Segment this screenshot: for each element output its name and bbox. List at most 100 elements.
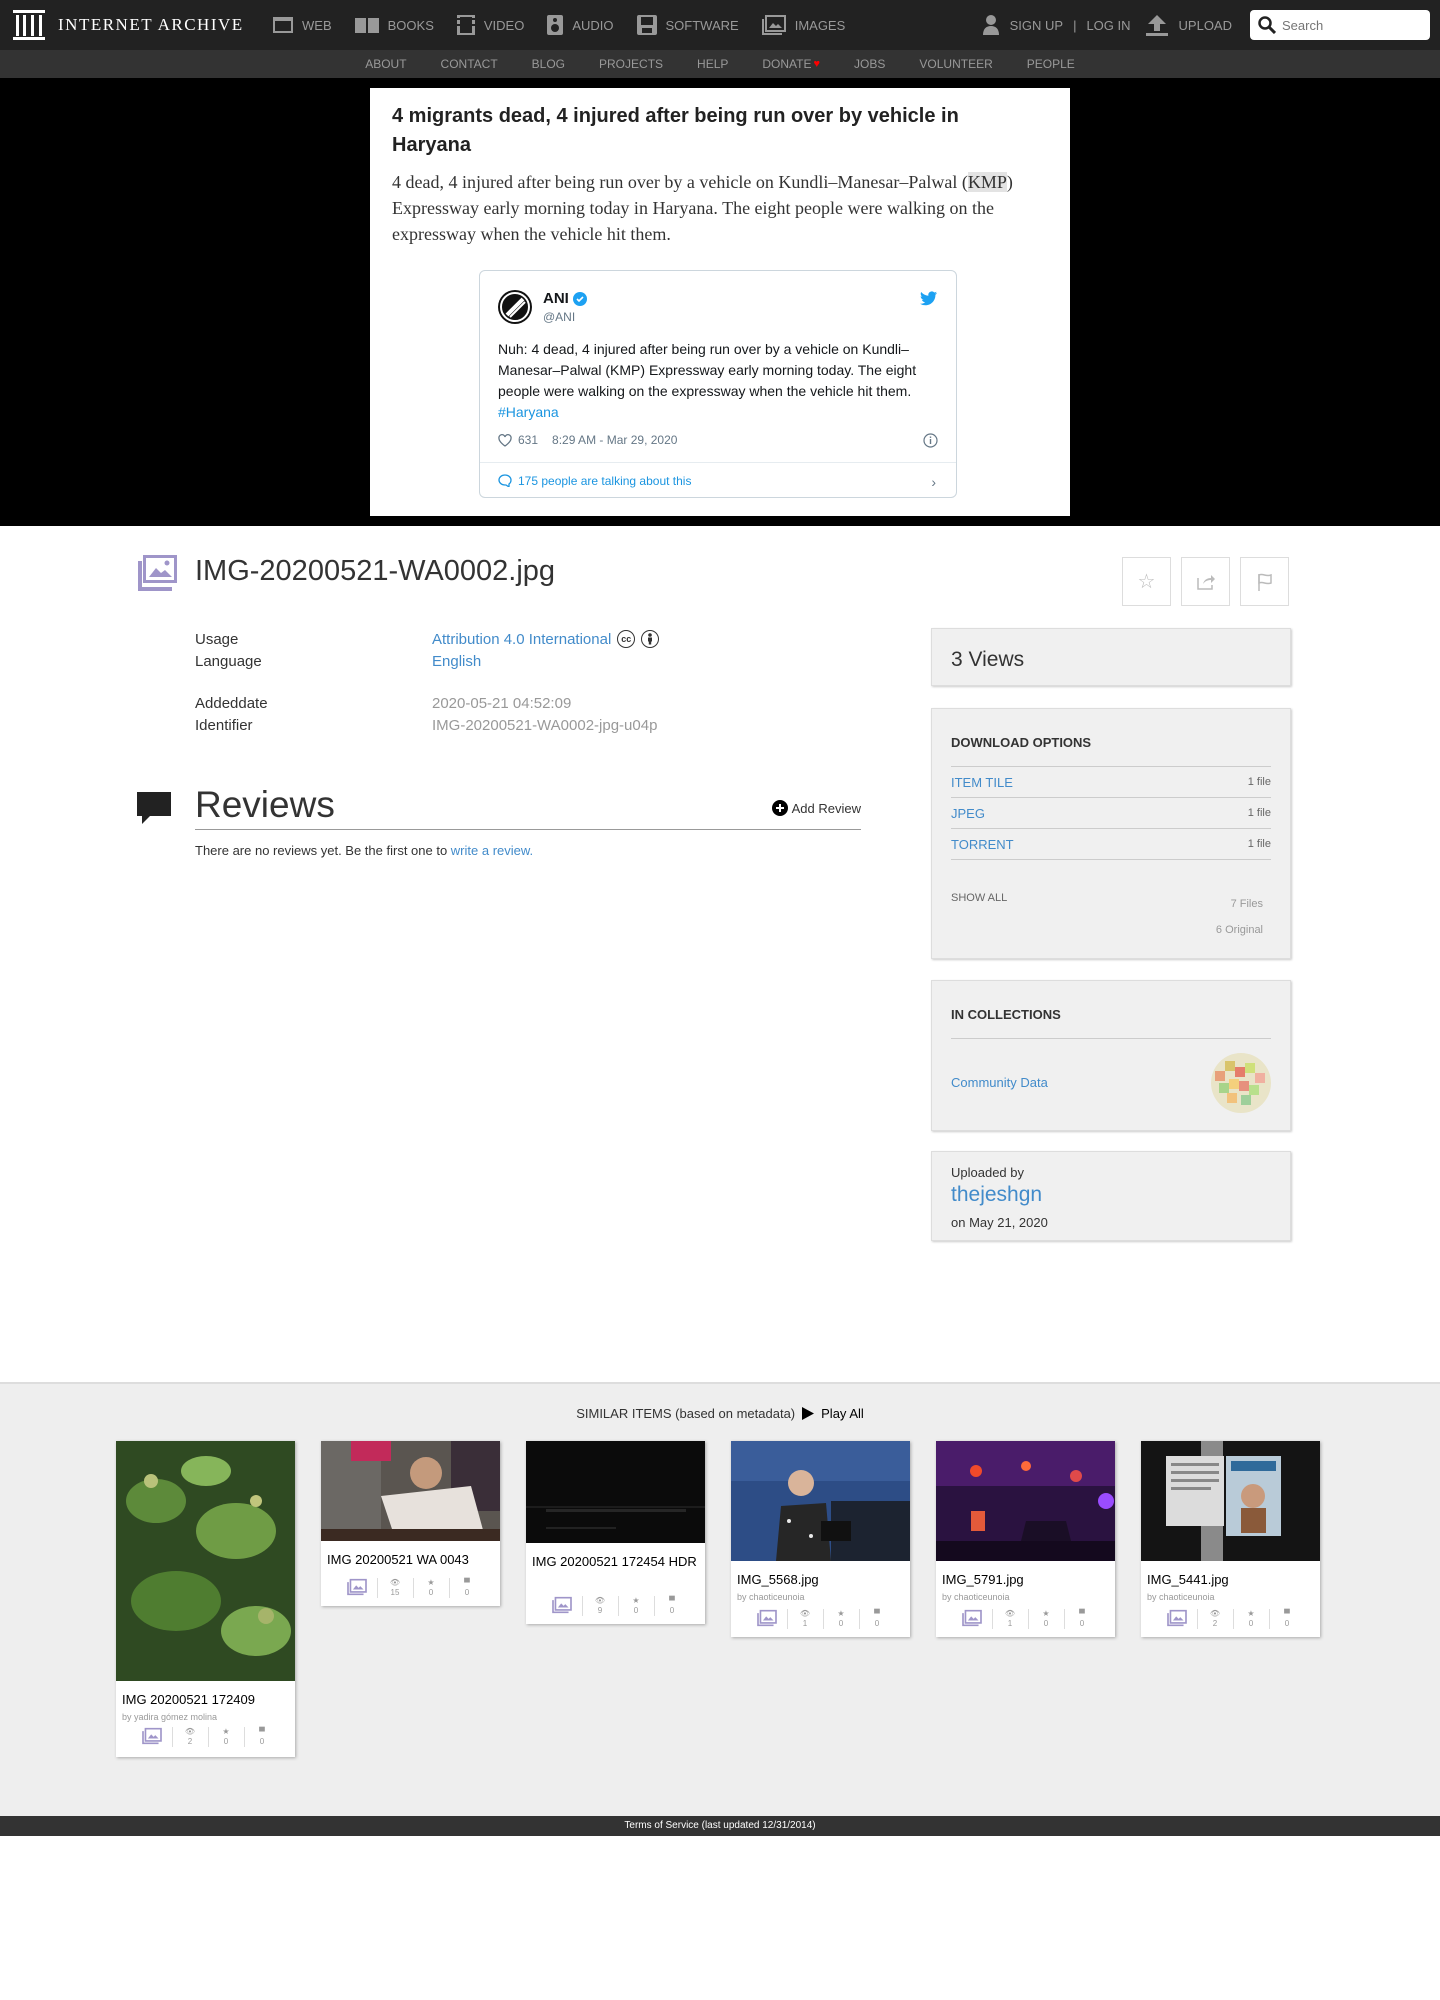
nav-images[interactable]: IMAGES [761,14,845,36]
comment-icon: ▀ [669,1596,675,1605]
card-stats: 👁 2 ★ 0 ▀ 0 [116,1725,295,1749]
share-button[interactable] [1181,557,1230,606]
card-stats: 👁 2 ★ 0 ▀ 0 [1141,1607,1320,1631]
user-bar: SIGN UP | LOG IN UPLOAD [982,9,1430,41]
star-icon: ★ [427,1578,435,1587]
article-headline: 4 migrants dead, 4 injured after being r… [392,105,959,156]
search-input[interactable] [1282,17,1422,33]
no-reviews-text: There are no reviews yet. Be the first o… [195,843,533,858]
comment-icon: ▀ [874,1609,880,1618]
item-image[interactable]: 4 migrants dead, 4 injured after being r… [370,88,1070,516]
card-reviews: ▀ 0 [1063,1609,1100,1629]
write-review-link[interactable]: write a review. [451,843,533,858]
card-favs-count: 0 [223,1737,229,1746]
similar-item-card[interactable]: IMG_5568.jpg by chaoticeunoia 👁 1 ★ 0 ▀ 0 [731,1441,910,1637]
add-review-button[interactable]: Add Review [771,800,861,816]
search-icon[interactable] [1258,16,1276,34]
subnav-jobs[interactable]: JOBS [854,57,885,71]
info-icon [923,433,938,448]
tweet-talking: 175 people are talking about this [518,473,692,488]
download-row: JPEG 1 file [951,798,1271,829]
collection-link[interactable]: Community Data [951,1075,1048,1090]
collection-thumbnail[interactable] [1211,1053,1271,1113]
nav-books[interactable]: BOOKS [354,15,434,35]
download-jpeg[interactable]: JPEG [951,806,985,821]
nav-software[interactable]: SOFTWARE [636,14,739,36]
tweet-author: ANI [543,290,587,307]
card-thumbnail [731,1441,910,1561]
card-favs: ★ 0 [1232,1609,1269,1629]
card-thumbnail [936,1441,1115,1561]
images-icon [761,15,786,35]
subnav-projects[interactable]: PROJECTS [599,57,663,71]
archive-building-icon [13,10,45,40]
terms-of-service-link[interactable]: Terms of Service (last updated 12/31/201… [624,1820,815,1831]
views-box: 3 Views [931,628,1291,686]
flag-button[interactable] [1240,557,1289,606]
total-files: 7 Files [1230,898,1263,910]
subnav-volunteer[interactable]: VOLUNTEER [919,57,992,71]
subnav-donate[interactable]: DONATE ♥ [762,57,820,71]
card-views: 👁 15 [376,1578,413,1598]
upload-link[interactable]: UPLOAD [1179,18,1232,33]
subnav-help[interactable]: HELP [697,57,728,71]
similar-item-card[interactable]: IMG_5791.jpg by chaoticeunoia 👁 1 ★ 0 ▀ 0 [936,1441,1115,1637]
favorite-button[interactable]: ☆ [1122,557,1171,606]
subnav-contact[interactable]: CONTACT [441,57,498,71]
uploader-link[interactable]: thejeshgn [951,1183,1042,1207]
card-author: by chaoticeunoia [1147,1592,1215,1602]
subnav-about[interactable]: ABOUT [365,57,406,71]
metadata-label: Language [195,652,262,670]
software-icon [636,15,657,35]
chevron-right-icon: › [931,474,936,490]
signup-link[interactable]: SIGN UP [1010,18,1063,33]
reviews-header: Reviews Add Review [195,780,861,830]
show-all-link[interactable]: SHOW ALL [951,892,1007,904]
card-favs: ★ 0 [412,1578,449,1598]
similar-item-card[interactable]: IMG 20200521 WA 0043 👁 15 ★ 0 ▀ 0 [321,1441,500,1606]
card-reviews-count: 0 [1284,1619,1290,1628]
license-link[interactable]: Attribution 4.0 International [432,631,611,648]
similar-item-card[interactable]: IMG 20200521 172454 HDR 👁 9 ★ 0 ▀ 0 [526,1441,705,1624]
download-torrent[interactable]: TORRENT [951,837,1014,852]
login-link[interactable]: LOG IN [1086,18,1130,33]
card-views-count: 2 [187,1737,193,1746]
heart-icon: ♥ [813,58,821,70]
download-item-tile[interactable]: ITEM TILE [951,775,1013,790]
tweet-conversation-link[interactable]: 175 people are talking about this › [480,462,956,498]
card-favs: ★ 0 [207,1727,244,1747]
metadata-label: Usage [195,630,239,648]
play-all-button[interactable]: Play All [801,1406,864,1421]
subnav-people[interactable]: PEOPLE [1027,57,1075,71]
nav-video[interactable]: VIDEO [456,14,524,36]
language-link[interactable]: English [432,653,481,670]
web-icon [273,17,293,33]
collection-mosaic-image [1211,1053,1271,1113]
card-reviews-count: 0 [669,1606,675,1615]
card-author: by yadira gómez molina [122,1712,218,1722]
ia-logo-link[interactable]: INTERNET ARCHIVE [12,8,244,42]
similar-item-card[interactable]: IMG_5441.jpg by chaoticeunoia 👁 2 ★ 0 ▀ 0 [1141,1441,1320,1637]
download-options-box: DOWNLOAD OPTIONS ITEM TILE 1 file JPEG 1 f… [931,708,1291,959]
verified-icon [572,291,587,306]
subnav-donate-label: DONATE [762,57,812,71]
star-icon: ☆ [1137,571,1156,593]
card-views: 👁 2 [1196,1609,1233,1629]
sub-nav: ABOUT CONTACT BLOG PROJECTS HELP DONATE ♥… [0,50,1440,78]
similar-item-card[interactable]: IMG 20200521 172409 by yadira gómez moli… [116,1441,295,1757]
nav-audio[interactable]: AUDIO [546,14,614,36]
nav-web[interactable]: WEB [272,15,332,35]
card-author: by chaoticeunoia [737,1592,805,1602]
metadata-row-identifier: Identifier IMG-20200521-WA0002-jpg-u04p [195,714,659,736]
card-favs-count: 0 [1248,1619,1254,1628]
article-body: 4 dead, 4 injured after being run over b… [392,169,1052,247]
card-mediatype [337,1578,377,1599]
card-reviews-count: 0 [874,1619,880,1628]
tweet-author-name: ANI [543,290,569,307]
ani-logo-icon [500,292,530,322]
eye-icon: 👁 [1004,1609,1016,1618]
comment-icon: ▀ [464,1578,470,1587]
subnav-blog[interactable]: BLOG [532,57,565,71]
twitter-bird-icon [920,291,937,306]
card-mediatype [1157,1609,1197,1630]
